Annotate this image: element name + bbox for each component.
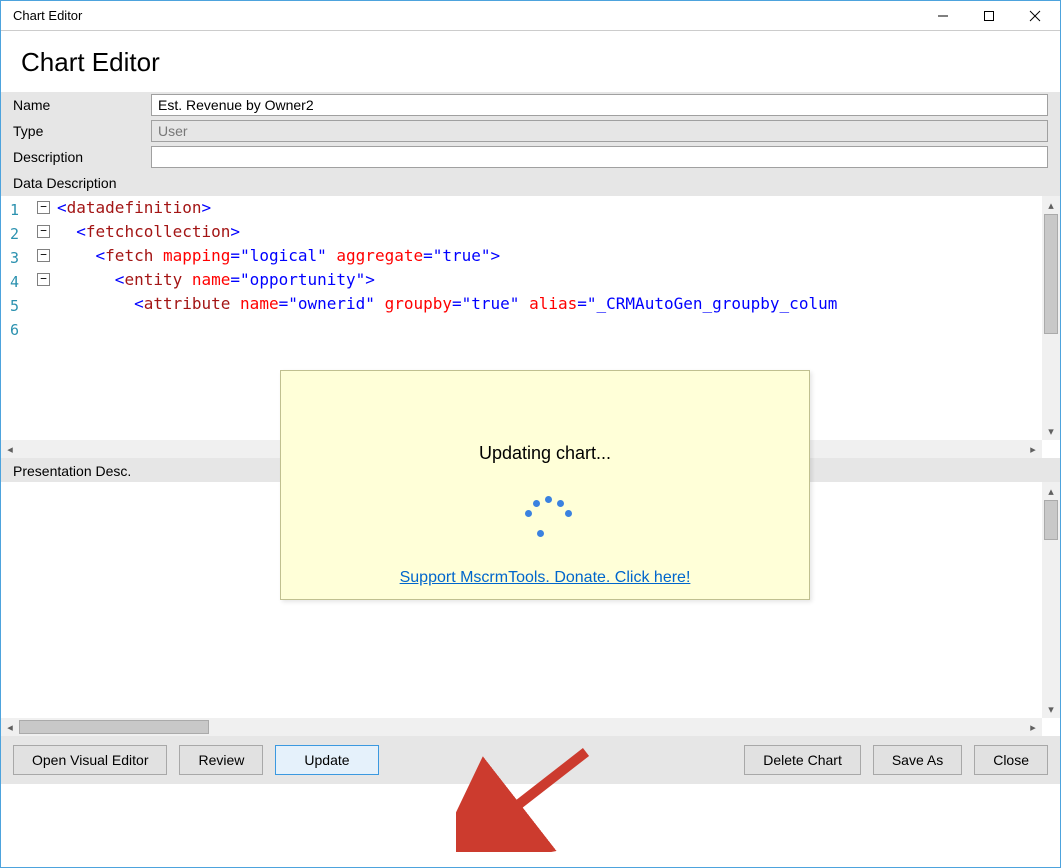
fold-toggle-icon[interactable]: − (37, 249, 50, 262)
scroll-down-icon[interactable]: ▾ (1042, 700, 1060, 718)
scroll-left-icon[interactable]: ◂ (1, 718, 19, 736)
fold-toggle-icon[interactable]: − (37, 273, 50, 286)
name-label: Name (1, 97, 151, 113)
scroll-up-icon[interactable]: ▴ (1042, 196, 1060, 214)
scrollbar-horizontal[interactable]: ◂ ▸ (1, 718, 1042, 736)
maximize-button[interactable] (966, 2, 1012, 30)
donate-link[interactable]: Support MscrmTools. Donate. Click here! (400, 569, 691, 587)
delete-chart-button[interactable]: Delete Chart (744, 745, 861, 775)
form-area: Name Type Description Data Description (1, 92, 1060, 196)
titlebar: Chart Editor (1, 1, 1060, 31)
fold-toggle-icon[interactable]: − (37, 201, 50, 214)
close-window-button[interactable] (1012, 2, 1058, 30)
fold-toggle-icon[interactable]: − (37, 225, 50, 238)
scroll-left-icon[interactable]: ◂ (1, 440, 19, 458)
review-button[interactable]: Review (179, 745, 263, 775)
data-description-label: Data Description (1, 175, 117, 191)
page-title: Chart Editor (1, 31, 1060, 92)
scroll-down-icon[interactable]: ▾ (1042, 422, 1060, 440)
description-label: Description (1, 149, 151, 165)
type-input (151, 120, 1048, 142)
update-button[interactable]: Update (275, 745, 378, 775)
minimize-button[interactable] (920, 2, 966, 30)
button-bar: Open Visual Editor Review Update Delete … (1, 736, 1060, 784)
name-input[interactable] (151, 94, 1048, 116)
updating-modal: Updating chart... Support MscrmTools. Do… (280, 370, 810, 600)
close-button[interactable]: Close (974, 745, 1048, 775)
scroll-right-icon[interactable]: ▸ (1024, 440, 1042, 458)
spinner-icon (515, 488, 575, 548)
scroll-right-icon[interactable]: ▸ (1024, 718, 1042, 736)
window-title: Chart Editor (13, 8, 920, 23)
modal-message: Updating chart... (479, 443, 611, 464)
save-as-button[interactable]: Save As (873, 745, 962, 775)
scrollbar-vertical[interactable]: ▴ ▾ (1042, 196, 1060, 440)
scrollbar-vertical[interactable]: ▴ ▾ (1042, 482, 1060, 718)
description-input[interactable] (151, 146, 1048, 168)
type-label: Type (1, 123, 151, 139)
scroll-up-icon[interactable]: ▴ (1042, 482, 1060, 500)
open-visual-editor-button[interactable]: Open Visual Editor (13, 745, 167, 775)
